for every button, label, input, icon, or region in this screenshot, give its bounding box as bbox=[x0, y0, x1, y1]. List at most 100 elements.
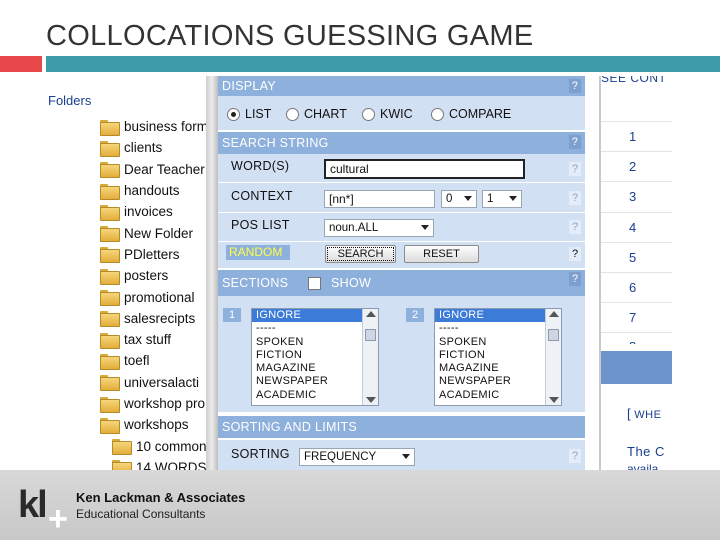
folder-label: universalacti bbox=[124, 374, 200, 390]
sorting-select[interactable]: FREQUENCY bbox=[299, 448, 415, 466]
folder-item[interactable]: Dear Teacher bbox=[100, 159, 208, 180]
folder-item[interactable]: clients bbox=[100, 137, 208, 158]
company-name: Ken Lackman & Associates bbox=[76, 490, 246, 505]
folder-item[interactable]: handouts bbox=[100, 180, 208, 201]
folder-item[interactable]: workshop pro bbox=[100, 393, 208, 414]
scroll-down-icon[interactable] bbox=[366, 397, 376, 403]
folder-icon bbox=[112, 439, 132, 456]
folder-item[interactable]: PDletters bbox=[100, 244, 208, 265]
folder-label: tax stuff bbox=[124, 332, 172, 348]
sorting-header: SORTING AND LIMITS bbox=[218, 416, 585, 438]
query-panel: DISPLAY ? LIST CHART KWIC COMPARE SEARCH… bbox=[218, 76, 589, 470]
help-icon[interactable]: ? bbox=[569, 162, 581, 176]
folder-label: workshops bbox=[124, 417, 189, 433]
scrollbar[interactable] bbox=[362, 309, 378, 405]
list-item[interactable]: MAGAZINE bbox=[252, 362, 378, 375]
scrollbar[interactable] bbox=[545, 309, 561, 405]
random-button[interactable]: RANDOM bbox=[226, 245, 290, 260]
scroll-thumb[interactable] bbox=[548, 329, 559, 341]
chevron-down-icon bbox=[464, 196, 472, 201]
words-input[interactable]: cultural bbox=[324, 159, 525, 179]
result-row[interactable]: 5 bbox=[601, 241, 672, 272]
folder-label: workshop pro bbox=[124, 396, 206, 411]
sorting-value: FREQUENCY bbox=[304, 451, 377, 463]
scroll-up-icon[interactable] bbox=[366, 311, 376, 317]
list-item[interactable]: IGNORE bbox=[252, 309, 378, 323]
list-item[interactable]: IGNORE bbox=[435, 309, 561, 323]
result-row[interactable]: 7 bbox=[601, 302, 672, 332]
list-item[interactable]: ----- bbox=[435, 322, 561, 335]
list-item[interactable]: ----- bbox=[252, 322, 378, 335]
folder-item[interactable]: posters bbox=[100, 265, 208, 286]
folder-item[interactable]: workshops bbox=[100, 414, 208, 435]
scroll-up-icon[interactable] bbox=[549, 311, 559, 317]
list-item[interactable]: SPOKEN bbox=[252, 336, 378, 349]
result-row[interactable]: 6 bbox=[601, 271, 672, 302]
context-right-select[interactable]: 1 bbox=[482, 190, 522, 208]
help-icon[interactable]: ? bbox=[569, 135, 581, 149]
sorting-label: SORTING bbox=[231, 447, 290, 461]
folder-item[interactable]: 14 WORDS bbox=[112, 457, 208, 470]
radio-compare[interactable]: COMPARE bbox=[431, 107, 511, 121]
help-icon[interactable]: ? bbox=[569, 449, 581, 463]
radio-label: LIST bbox=[245, 107, 272, 121]
help-icon[interactable]: ? bbox=[569, 247, 581, 261]
list-item[interactable]: ACADEMIC bbox=[252, 389, 378, 402]
folder-item[interactable]: salesrecipts bbox=[100, 308, 208, 329]
list-item[interactable]: NEWSPAPER bbox=[252, 375, 378, 388]
list-item[interactable]: ACADEMIC bbox=[435, 389, 561, 402]
reset-button[interactable]: RESET bbox=[404, 245, 479, 263]
section-list-1[interactable]: IGNORE ----- SPOKEN FICTION MAGAZINE NEW… bbox=[251, 308, 379, 406]
scroll-thumb[interactable] bbox=[365, 329, 376, 341]
folder-label: toefl bbox=[124, 353, 150, 369]
folder-icon bbox=[100, 140, 120, 157]
result-row[interactable]: 1 bbox=[601, 121, 672, 151]
results-header: SEE CONT bbox=[601, 76, 667, 85]
scroll-down-icon[interactable] bbox=[549, 397, 559, 403]
results-text-line-1: The C bbox=[627, 444, 665, 459]
radio-list[interactable]: LIST bbox=[227, 107, 271, 121]
result-row[interactable]: 4 bbox=[601, 211, 672, 242]
sections-lists-row: 1 IGNORE ----- SPOKEN FICTION MAGAZINE N… bbox=[218, 296, 585, 412]
list-item[interactable]: MAGAZINE bbox=[435, 362, 561, 375]
show-checkbox[interactable] bbox=[308, 277, 321, 290]
result-row[interactable]: 3 bbox=[601, 181, 672, 211]
help-icon[interactable]: ? bbox=[569, 79, 581, 93]
help-icon[interactable]: ? bbox=[569, 191, 581, 205]
sections-header-label: SECTIONS bbox=[222, 276, 289, 290]
where-label: WHE bbox=[634, 409, 662, 421]
pos-select[interactable]: noun.ALL bbox=[324, 219, 434, 237]
folder-item[interactable]: universalacti bbox=[100, 372, 208, 393]
folder-item[interactable]: 10 common bbox=[112, 435, 208, 456]
context-left-select[interactable]: 0 bbox=[441, 190, 477, 208]
section-list-2[interactable]: IGNORE ----- SPOKEN FICTION MAGAZINE NEW… bbox=[434, 308, 562, 406]
list-item[interactable]: SPOKEN bbox=[435, 336, 561, 349]
result-row[interactable]: 2 bbox=[601, 151, 672, 181]
folder-icon bbox=[100, 247, 120, 264]
results-list: 1 2 3 4 5 6 7 8 bbox=[601, 121, 672, 344]
folder-item[interactable]: tax stuff bbox=[100, 329, 208, 350]
sections-header: SECTIONS SHOW ? bbox=[218, 270, 585, 296]
context-input[interactable]: [nn*] bbox=[324, 190, 435, 208]
help-icon[interactable]: ? bbox=[569, 220, 581, 234]
accent-bar-red bbox=[0, 56, 42, 72]
help-icon[interactable]: ? bbox=[569, 272, 581, 286]
pane-divider[interactable] bbox=[206, 76, 218, 470]
radio-kwic[interactable]: KWIC bbox=[362, 107, 413, 121]
list-item[interactable]: FICTION bbox=[435, 349, 561, 362]
folder-item[interactable]: business form bbox=[100, 116, 208, 137]
result-row[interactable]: 8 bbox=[601, 332, 672, 344]
context-left-value: 0 bbox=[446, 193, 453, 205]
list-item[interactable]: FICTION bbox=[252, 349, 378, 362]
folder-item[interactable]: promotional bbox=[100, 286, 208, 307]
folder-item[interactable]: toefl bbox=[100, 350, 208, 371]
folders-header: Folders bbox=[48, 93, 92, 108]
radio-chart[interactable]: CHART bbox=[286, 107, 347, 121]
list-item[interactable]: NEWSPAPER bbox=[435, 375, 561, 388]
search-button[interactable]: SEARCH bbox=[325, 245, 396, 263]
folder-item[interactable]: New Folder bbox=[100, 222, 208, 243]
chevron-down-icon bbox=[402, 454, 410, 459]
sorting-header-label: SORTING AND LIMITS bbox=[222, 420, 358, 434]
pos-value: noun.ALL bbox=[329, 222, 379, 234]
folder-item[interactable]: invoices bbox=[100, 201, 208, 222]
